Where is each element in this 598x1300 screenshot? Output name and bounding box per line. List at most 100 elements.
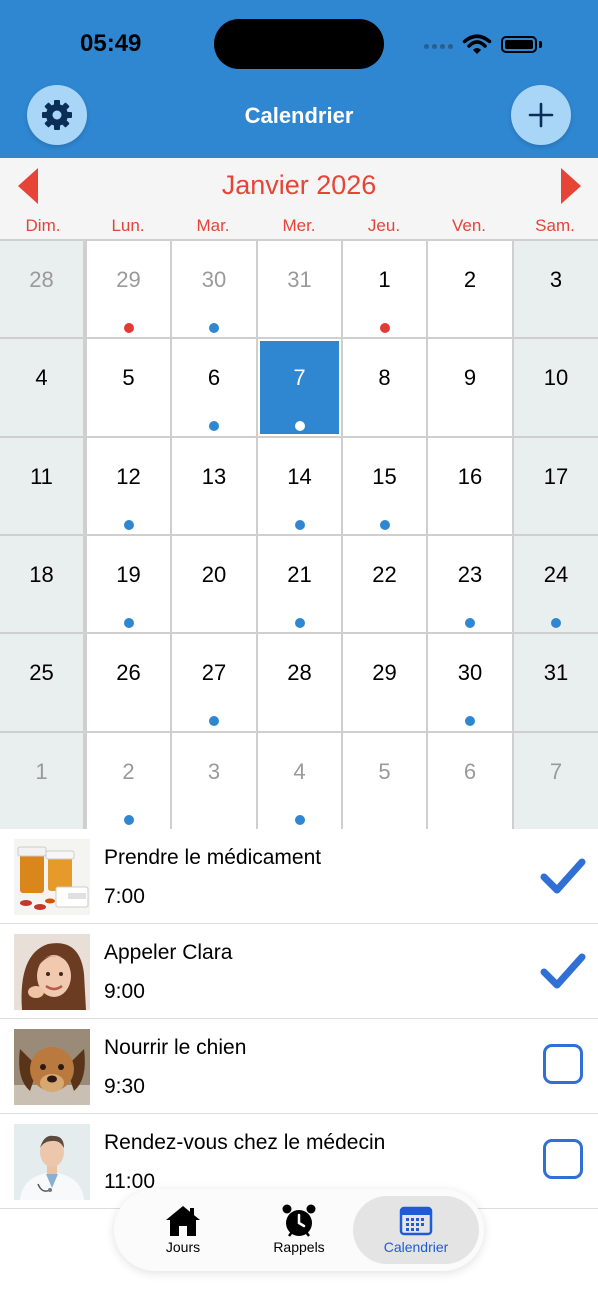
calendar-day-number: 9 [463,365,477,390]
tab-calendrier[interactable]: Calendrier [353,1196,479,1264]
calendar-day-number: 15 [372,464,397,489]
event-indicator-dot [209,716,219,726]
calendar-day-number: 28 [29,267,54,292]
calendar-day-cell[interactable]: 22 [343,536,426,632]
medication-image [14,839,90,915]
calendar-day-cell[interactable]: 2 [428,241,512,337]
event-indicator-dot [294,815,305,825]
calendar-day-number: 20 [201,562,227,587]
wifi-icon [462,34,492,54]
calendar-day-number: 14 [287,464,312,489]
tab-bar: Jours Rappels Calendrier [114,1189,484,1271]
calendar-day-cell[interactable]: 7 [258,339,341,436]
status-time: 05:49 [80,30,142,57]
event-indicator-dot [465,716,475,726]
calendar-day-cell[interactable]: 10 [514,339,598,436]
event-indicator-dot [123,323,134,333]
calendar-day-number: 2 [122,759,135,784]
calendar-day-cell[interactable]: 20 [172,536,256,632]
alarm-clock-icon [282,1204,316,1237]
calendar-day-cell[interactable]: 6 [172,339,256,436]
calendar-day-cell[interactable]: 9 [428,339,512,436]
reminder-row[interactable]: Appeler Clara 9:00 [0,924,598,1019]
weekday-label: Jeu. [367,216,401,235]
weekday-label: Mar. [196,216,230,235]
reminder-row[interactable]: Prendre le médicament 7:00 [0,829,598,924]
calendar-day-cell[interactable]: 29 [87,241,170,337]
checkbox-icon[interactable] [543,1139,583,1179]
doctor-image [14,1124,90,1200]
month-title: Janvier 2026 [221,170,377,200]
calendar-day-cell[interactable]: 18 [0,536,83,632]
event-indicator-dot [209,421,219,431]
calendar-day-cell[interactable]: 30 [172,241,256,337]
calendar-day-cell[interactable]: 29 [343,634,426,731]
calendar-day-cell[interactable]: 3 [172,733,256,829]
calendar-day-cell[interactable]: 24 [514,536,598,632]
calendar-day-cell[interactable]: 4 [0,339,83,436]
calendar-day-cell[interactable]: 26 [87,634,170,731]
calendar-day-cell[interactable]: 5 [343,733,426,829]
calendar-day-cell[interactable]: 25 [0,634,83,731]
calendar-day-number: 12 [116,464,141,489]
calendar-day-cell[interactable]: 14 [258,438,341,534]
calendar-day-cell[interactable]: 21 [258,536,341,632]
add-button[interactable] [511,85,571,145]
checkmark-icon[interactable] [538,948,588,994]
calendar-day-cell[interactable]: 28 [258,634,341,731]
checkbox-icon[interactable] [543,1044,583,1084]
calendar-day-cell[interactable]: 19 [87,536,170,632]
page-title: Calendrier [244,103,354,128]
calendar-day-cell[interactable]: 28 [0,241,83,337]
event-indicator-dot [294,421,305,431]
calendar-day-cell[interactable]: 1 [0,733,83,829]
calendar-day-number: 11 [30,464,53,489]
calendar-grid: 28 29 30 31 1 2 3 4 5 6 7 8 9 10 11 12 13 14 15 16 17 18 19 20 2… [0,239,598,829]
calendar-day-number: 29 [116,267,141,292]
calendar-day-number: 24 [543,562,569,587]
tab-jours[interactable]: Jours [120,1196,246,1264]
calendar-day-cell[interactable]: 3 [514,241,598,337]
calendar-day-number: 6 [207,365,221,390]
cellular-signal-icon [424,44,453,49]
calendar-day-cell[interactable]: 5 [87,339,170,436]
event-indicator-dot [551,618,561,628]
calendar-day-cell[interactable]: 13 [172,438,256,534]
calendar-day-cell[interactable]: 15 [343,438,426,534]
calendar-day-cell[interactable]: 23 [428,536,512,632]
calendar-day-number: 1 [378,267,391,292]
tab-rappels[interactable]: Rappels [236,1196,362,1264]
calendar-day-number: 19 [116,562,141,587]
calendar-day-cell[interactable]: 31 [514,634,598,731]
calendar-day-number: 28 [287,660,312,685]
weekday-label: Mer. [282,216,316,235]
next-month-arrow-icon[interactable] [561,168,581,204]
calendar-day-number: 5 [378,759,391,784]
calendar-day-number: 3 [207,759,221,784]
calendar-day-cell[interactable]: 27 [172,634,256,731]
calendar-day-number: 31 [287,267,312,292]
calendar-day-cell[interactable]: 11 [0,438,83,534]
calendar-day-cell[interactable]: 16 [428,438,512,534]
plus-icon [528,102,554,128]
event-indicator-dot [379,323,390,333]
reminder-title: Prendre le médicament [104,846,322,869]
calendar-day-cell[interactable]: 17 [514,438,598,534]
reminder-row[interactable]: Nourrir le chien 9:30 [0,1019,598,1114]
calendar-day-cell[interactable]: 12 [87,438,170,534]
calendar-day-cell[interactable]: 6 [428,733,512,829]
calendar-day-number: 7 [293,365,306,390]
calendar-day-cell[interactable]: 7 [514,733,598,829]
calendar-day-cell[interactable]: 31 [258,241,341,337]
calendar-day-number: 27 [201,660,227,685]
calendar-day-cell[interactable]: 4 [258,733,341,829]
battery-icon [501,36,537,53]
tab-label: Rappels [273,1239,325,1255]
calendar-day-cell[interactable]: 8 [343,339,426,436]
calendar-day-cell[interactable]: 1 [343,241,426,337]
calendar-day-cell[interactable]: 2 [87,733,170,829]
event-indicator-dot [209,323,219,333]
event-indicator-dot [123,618,134,628]
checkmark-icon[interactable] [538,853,588,899]
calendar-day-cell[interactable]: 30 [428,634,512,731]
